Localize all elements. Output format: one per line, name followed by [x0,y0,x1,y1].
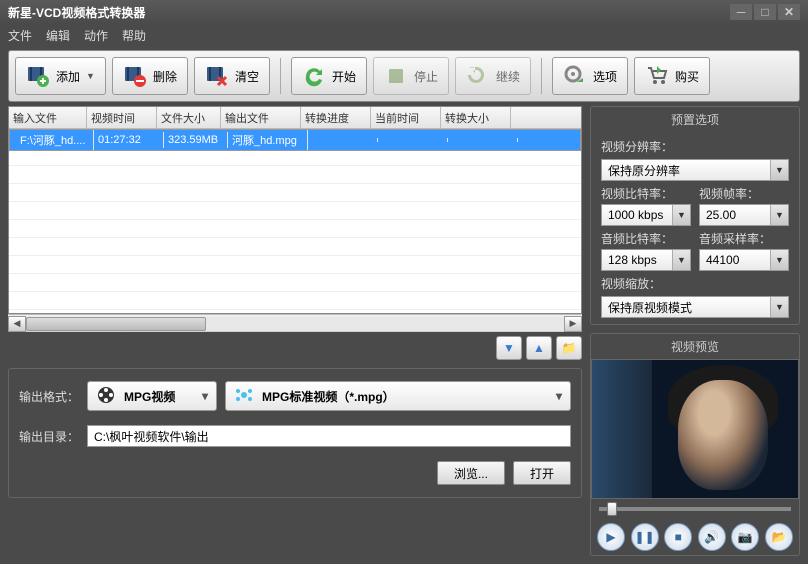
th-curtime[interactable]: 当前时间 [371,107,441,128]
vbitrate-select[interactable]: 1000 kbps▼ [601,204,691,226]
arrow-up-icon: ▲ [533,341,545,355]
move-up-button[interactable]: ▲ [526,336,552,360]
output-dir-input[interactable] [87,425,571,447]
output-profile-select[interactable]: MPG标准视频（*.mpg） ▾ [225,381,571,411]
resolution-select[interactable]: 保持原分辨率▼ [601,159,789,181]
film-delete-icon [123,64,147,88]
abitrate-label: 音频比特率： [601,230,691,247]
chevron-down-icon: ▾ [556,389,562,403]
arrow-down-icon: ▼ [503,341,515,355]
folder-icon: 📁 [562,341,577,355]
film-add-icon [26,64,50,88]
th-output[interactable]: 输出文件 [221,107,301,128]
minimize-button[interactable]: ─ [730,4,752,20]
film-reel-icon [96,385,116,408]
vbitrate-label: 视频比特率： [601,185,691,202]
th-progress[interactable]: 转换进度 [301,107,371,128]
buy-button[interactable]: 购买 [634,57,710,95]
fps-label: 视频帧率： [699,185,789,202]
titlebar: 新星-VCD视频格式转换器 ─ □ ✕ [0,0,808,24]
cart-icon [645,64,669,88]
folder-open-icon: 📂 [771,530,786,544]
app-title: 新星-VCD视频格式转换器 [8,4,145,21]
browse-button[interactable]: 浏览... [437,461,505,485]
horizontal-scrollbar[interactable]: ◀ ▶ [8,314,582,332]
gear-icon [563,64,587,88]
chevron-down-icon: ▾ [202,389,208,403]
stop-button[interactable]: 停止 [373,57,449,95]
menu-help[interactable]: 帮助 [122,27,146,44]
add-button[interactable]: 添加▼ [15,57,106,95]
film-clear-icon [205,64,229,88]
folder-button[interactable]: 📁 [556,336,582,360]
pause-button[interactable]: ❚❚ [631,523,659,551]
options-button[interactable]: 选项 [552,57,628,95]
play-button[interactable]: ▶ [597,523,625,551]
file-table: 输入文件 视频时间 文件大小 输出文件 转换进度 当前时间 转换大小 F:\河豚… [8,106,582,314]
output-panel: 输出格式： MPG视频 ▾ MPG标准视频（*.mpg） ▾ 输出目录： 浏览.… [8,368,582,498]
preview-panel: 视频预览 ▶ ❚❚ ■ 🔊 📷 📂 [590,333,800,556]
chevron-down-icon: ▼ [672,250,690,270]
preset-panel: 预置选项 视频分辨率： 保持原分辨率▼ 视频比特率： 1000 kbps▼ 视频… [590,106,800,325]
arate-select[interactable]: 44100▼ [699,249,789,271]
th-convsize[interactable]: 转换大小 [441,107,511,128]
camera-icon: 📷 [738,530,753,544]
chevron-down-icon: ▼ [672,205,690,225]
output-format-select[interactable]: MPG视频 ▾ [87,381,217,411]
volume-icon: 🔊 [704,530,719,544]
scroll-right-icon[interactable]: ▶ [564,316,582,332]
menu-file[interactable]: 文件 [8,27,32,44]
preview-title: 视频预览 [591,334,799,359]
seek-slider[interactable] [591,499,799,519]
chevron-down-icon: ▼ [770,160,788,180]
table-header: 输入文件 视频时间 文件大小 输出文件 转换进度 当前时间 转换大小 [9,107,581,129]
clear-button[interactable]: 清空 [194,57,270,95]
scroll-thumb[interactable] [26,317,206,331]
open-folder-button[interactable]: 📂 [765,523,793,551]
resolution-label: 视频分辨率： [601,138,789,155]
chevron-down-icon: ▼ [770,205,788,225]
th-duration[interactable]: 视频时间 [87,107,157,128]
scroll-left-icon[interactable]: ◀ [8,316,26,332]
snapshot-button[interactable]: 📷 [731,523,759,551]
play-icon: ▶ [606,530,615,544]
output-dir-label: 输出目录： [19,428,79,445]
menu-action[interactable]: 动作 [84,27,108,44]
stop-preview-button[interactable]: ■ [664,523,692,551]
resume-icon [466,64,490,88]
scale-label: 视频缩放： [601,275,789,292]
preview-video [591,359,799,499]
move-down-button[interactable]: ▼ [496,336,522,360]
th-size[interactable]: 文件大小 [157,107,221,128]
close-button[interactable]: ✕ [778,4,800,20]
scale-select[interactable]: 保持原视频模式▼ [601,296,789,318]
chevron-down-icon: ▼ [770,297,788,317]
slider-thumb[interactable] [607,502,617,516]
menu-edit[interactable]: 编辑 [46,27,70,44]
volume-button[interactable]: 🔊 [698,523,726,551]
delete-button[interactable]: 删除 [112,57,188,95]
arate-label: 音频采样率： [699,230,789,247]
stop-icon: ■ [675,530,682,544]
fps-select[interactable]: 25.00▼ [699,204,789,226]
start-button[interactable]: 开始 [291,57,367,95]
table-row[interactable]: F:\河豚_hd.... 01:27:32 323.59MB 河豚_hd.mpg [9,129,581,151]
toolbar: 添加▼ 删除 清空 开始 停止 继续 选项 购买 [8,50,800,102]
open-button[interactable]: 打开 [513,461,571,485]
chevron-down-icon: ▼ [770,250,788,270]
output-format-label: 输出格式： [19,388,79,405]
menubar: 文件 编辑 动作 帮助 [0,24,808,46]
pause-icon: ❚❚ [635,530,655,544]
stop-icon [384,64,408,88]
abitrate-select[interactable]: 128 kbps▼ [601,249,691,271]
chevron-down-icon: ▼ [86,71,95,81]
preset-title: 预置选项 [591,107,799,132]
refresh-start-icon [302,64,326,88]
th-input[interactable]: 输入文件 [9,107,87,128]
resume-button[interactable]: 继续 [455,57,531,95]
maximize-button[interactable]: □ [754,4,776,20]
sparkle-icon [234,385,254,408]
